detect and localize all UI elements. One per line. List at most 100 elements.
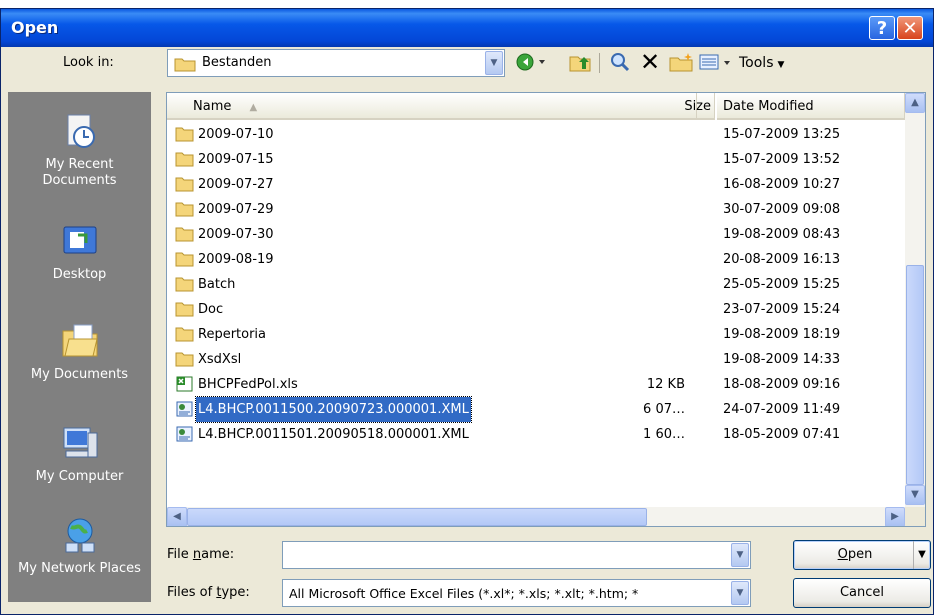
place-label: My Network Places	[18, 561, 141, 576]
xml-file-icon	[175, 426, 194, 442]
look-in-dropdown[interactable]: Bestanden ▼	[167, 49, 505, 77]
vertical-scrollbar[interactable]: ▲ ▼	[905, 93, 925, 509]
file-date: 30-07-2009 09:08	[723, 202, 841, 217]
up-one-level-button[interactable]	[567, 51, 593, 75]
file-date: 16-08-2009 10:27	[723, 177, 841, 192]
file-date: 20-08-2009 16:13	[723, 252, 841, 267]
folder-icon	[175, 251, 194, 267]
file-name: XsdXsl	[198, 352, 242, 367]
places-bar: My Recent Documents Desktop My Documents…	[8, 92, 151, 602]
file-date: 18-08-2009 09:16	[723, 377, 841, 392]
open-options-dropdown[interactable]: ▼	[913, 541, 930, 569]
place-label: My Documents	[30, 367, 129, 382]
views-button[interactable]	[697, 51, 735, 75]
delete-button[interactable]: ✕	[637, 48, 663, 76]
close-button[interactable]: ✕	[897, 16, 923, 40]
file-type-value: All Microsoft Office Excel Files (*.xl*;…	[289, 586, 639, 601]
file-row[interactable]: 2009-07-29 30-07-2009 09:08	[167, 197, 905, 222]
file-type-label: Files of type:	[167, 585, 250, 600]
file-name: L4.BHCP.0011500.20090723.000001.XML	[195, 396, 472, 423]
place-my-computer[interactable]: My Computer	[9, 423, 150, 485]
scroll-down-button[interactable]: ▼	[905, 485, 925, 505]
horizontal-scroll-thumb[interactable]	[187, 508, 647, 526]
folder-icon	[175, 351, 194, 367]
file-row[interactable]: 2009-08-19 20-08-2009 16:13	[167, 247, 905, 272]
chevron-down-icon[interactable]: ▼	[485, 51, 503, 75]
search-icon	[611, 53, 630, 72]
help-button[interactable]: ?	[869, 16, 895, 40]
file-row[interactable]: 2009-07-10 15-07-2009 13:25	[167, 122, 905, 147]
file-name: 2009-07-27	[198, 177, 274, 192]
file-row[interactable]: BHCPFedPol.xls 12 KB 18-08-2009 09:16	[167, 372, 905, 397]
place-my-documents[interactable]: My Documents	[9, 321, 150, 383]
scroll-right-button[interactable]: ▶	[885, 507, 905, 526]
vertical-scroll-thumb[interactable]	[906, 265, 924, 485]
file-row[interactable]: Doc 23-07-2009 15:24	[167, 297, 905, 322]
tools-menu[interactable]: Tools ▼	[739, 51, 807, 75]
up-folder-icon	[569, 56, 591, 72]
file-date: 19-08-2009 08:43	[723, 227, 841, 242]
sort-ascending-icon: ▲	[249, 102, 258, 113]
scrollbar-corner	[905, 507, 925, 526]
title-bar[interactable]: Open ? ✕	[1, 9, 933, 47]
file-row[interactable]: Batch 25-05-2009 15:25	[167, 272, 905, 297]
file-list[interactable]: Name ▲ Size Date Modified 2009-07-10 15-0…	[166, 92, 926, 527]
file-row[interactable]: L4.BHCP.0011500.20090723.000001.XML 6 07……	[167, 396, 905, 423]
file-date: 23-07-2009 15:24	[723, 302, 841, 317]
file-date: 19-08-2009 18:19	[723, 327, 841, 342]
place-desktop[interactable]: Desktop	[9, 221, 150, 283]
folder-icon	[175, 151, 194, 167]
chevron-down-icon: ▼	[777, 60, 785, 70]
toolbar-separator	[599, 53, 600, 73]
search-web-button[interactable]	[607, 51, 633, 75]
file-size: 12 KB	[646, 377, 685, 392]
folder-icon	[175, 276, 194, 292]
new-folder-icon	[669, 53, 693, 72]
file-row[interactable]: 2009-07-15 15-07-2009 13:52	[167, 147, 905, 172]
place-label: Desktop	[52, 267, 107, 282]
place-label: My Computer	[35, 469, 124, 484]
file-name: Batch	[198, 277, 236, 292]
folder-icon	[175, 326, 194, 342]
back-button[interactable]	[515, 51, 549, 75]
folder-icon	[174, 58, 196, 72]
file-type-dropdown[interactable]: All Microsoft Office Excel Files (*.xl*;…	[282, 579, 751, 607]
column-header-size[interactable]: Size	[665, 93, 717, 120]
file-row[interactable]: L4.BHCP.0011501.20090518.000001.XML 1 60……	[167, 422, 905, 447]
back-icon	[516, 53, 545, 71]
open-dialog: Open ? ✕ Look in: Bestanden ▼ ✕ Tools ▼ M…	[0, 8, 934, 615]
file-size: 1 60…	[643, 427, 685, 442]
file-name: L4.BHCP.0011501.20090518.000001.XML	[198, 427, 469, 442]
file-date: 24-07-2009 11:49	[723, 402, 841, 417]
cancel-button[interactable]: Cancel	[793, 578, 931, 608]
look-in-label: Look in:	[63, 55, 114, 70]
scroll-up-button[interactable]: ▲	[905, 93, 925, 113]
chevron-down-icon[interactable]: ▼	[731, 581, 749, 605]
column-header-date[interactable]: Date Modified	[717, 93, 905, 120]
file-name: 2009-08-19	[198, 252, 274, 267]
chevron-down-icon[interactable]: ▼	[731, 543, 749, 567]
my-computer-icon	[63, 427, 97, 458]
xml-file-icon	[175, 401, 194, 417]
file-row[interactable]: 2009-07-30 19-08-2009 08:43	[167, 222, 905, 247]
file-row[interactable]: Repertoria 19-08-2009 18:19	[167, 322, 905, 347]
file-date: 25-05-2009 15:25	[723, 277, 841, 292]
file-name: 2009-07-29	[198, 202, 274, 217]
scroll-left-button[interactable]: ◀	[167, 507, 187, 526]
file-name-input[interactable]: ▼	[282, 541, 751, 569]
column-header-name[interactable]: Name ▲	[167, 93, 697, 120]
delete-icon: ✕	[639, 48, 661, 76]
recent-documents-icon	[67, 114, 95, 148]
place-label: My Recent Documents	[42, 157, 117, 188]
folder-icon	[175, 126, 194, 142]
folder-icon	[175, 176, 194, 192]
file-row[interactable]: 2009-07-27 16-08-2009 10:27	[167, 172, 905, 197]
file-row[interactable]: XsdXsl 19-08-2009 14:33	[167, 347, 905, 372]
my-documents-icon	[62, 324, 98, 357]
place-recent-documents[interactable]: My Recent Documents	[9, 111, 150, 189]
create-new-folder-button[interactable]	[667, 51, 695, 75]
horizontal-scrollbar[interactable]: ◀ ▶	[167, 507, 905, 526]
place-network-places[interactable]: My Network Places	[9, 515, 150, 577]
file-size: 6 07…	[643, 402, 685, 417]
open-button[interactable]: Open ▼	[793, 540, 931, 570]
